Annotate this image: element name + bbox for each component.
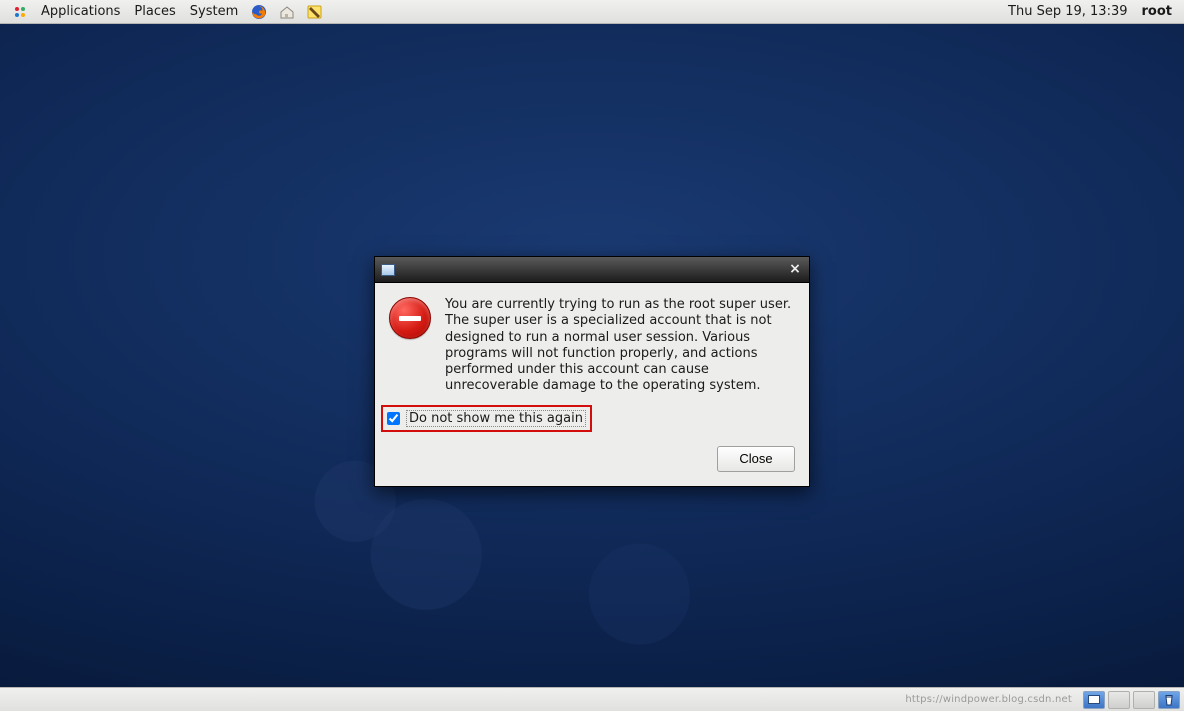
menu-applications[interactable]: Applications [34, 4, 127, 19]
close-button[interactable]: Close [717, 446, 795, 472]
error-icon [389, 297, 431, 339]
clock[interactable]: Thu Sep 19, 13:39 [1000, 4, 1135, 19]
firefox-icon[interactable] [251, 4, 267, 20]
dialog-titlebar[interactable]: × [375, 257, 809, 283]
dialog-body: You are currently trying to run as the r… [375, 283, 809, 399]
dialog-message: You are currently trying to run as the r… [445, 297, 795, 395]
desktop: × You are currently trying to run as the… [0, 24, 1184, 687]
root-warning-dialog: × You are currently trying to run as the… [374, 256, 810, 487]
watermark-text: https://windpower.blog.csdn.net [905, 694, 1072, 705]
show-desktop-icon[interactable] [1083, 691, 1105, 709]
window-icon [381, 264, 395, 276]
trash-icon[interactable] [1158, 691, 1180, 709]
workspace-2-icon[interactable] [1133, 691, 1155, 709]
workspace-1-icon[interactable] [1108, 691, 1130, 709]
bottom-panel: https://windpower.blog.csdn.net [0, 687, 1184, 711]
dialog-buttons: Close [375, 432, 809, 486]
user-menu[interactable]: root [1136, 4, 1179, 19]
do-not-show-checkbox[interactable] [387, 412, 400, 425]
home-folder-icon[interactable] [279, 4, 295, 20]
do-not-show-checkbox-row[interactable]: Do not show me this again [381, 405, 592, 432]
top-panel: Applications Places System Thu Sep 19, 1… [0, 0, 1184, 24]
menu-places[interactable]: Places [127, 4, 182, 19]
distro-logo-icon[interactable] [12, 4, 28, 20]
menu-system[interactable]: System [183, 4, 245, 19]
window-close-icon[interactable]: × [787, 262, 803, 278]
notes-icon[interactable] [307, 4, 323, 20]
do-not-show-label: Do not show me this again [406, 410, 586, 427]
